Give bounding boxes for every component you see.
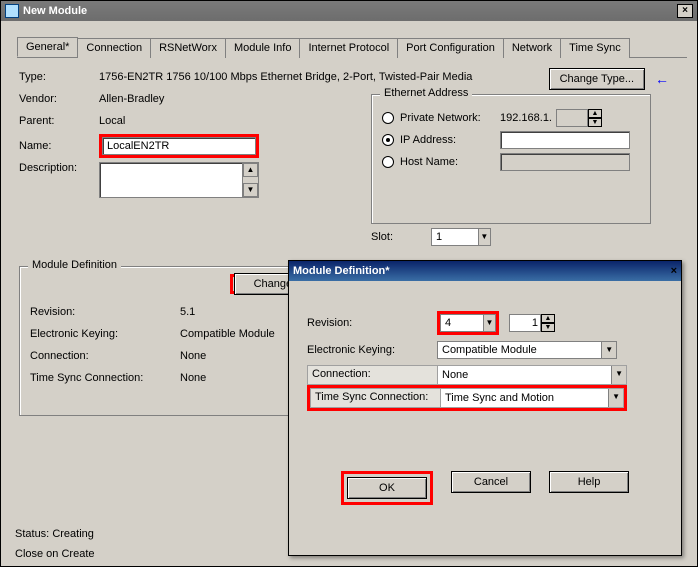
private-network-prefix: 192.168.1.: [500, 112, 556, 124]
dlg-tsc-label: Time Sync Connection:: [311, 389, 441, 407]
private-network-spinner[interactable]: ▲▼: [556, 109, 602, 127]
ethernet-address-group: Ethernet Address Private Network: 192.16…: [371, 94, 651, 224]
host-name-radio[interactable]: [382, 156, 394, 168]
mdef-connection-value: None: [180, 350, 206, 362]
mdef-revision-value: 5.1: [180, 306, 195, 318]
name-highlight: [99, 134, 259, 158]
ip-address-input[interactable]: [500, 131, 630, 149]
dlg-revision-minor[interactable]: [509, 314, 541, 332]
ok-button[interactable]: OK: [347, 477, 427, 499]
tab-network[interactable]: Network: [503, 38, 561, 58]
scroll-up-icon[interactable]: ▲: [243, 163, 258, 177]
type-label: Type:: [19, 71, 99, 83]
slot-value[interactable]: [432, 229, 478, 245]
spin-down-icon[interactable]: ▼: [588, 118, 602, 127]
tab-internet-protocol[interactable]: Internet Protocol: [299, 38, 398, 58]
tab-module-info[interactable]: Module Info: [225, 38, 300, 58]
dlg-revision-label: Revision:: [307, 317, 437, 329]
mdef-tsc-label: Time Sync Connection:: [30, 372, 180, 384]
parent-value: Local: [99, 115, 125, 127]
tab-rsnetworx[interactable]: RSNetWorx: [150, 38, 226, 58]
vendor-value: Allen-Bradley: [99, 93, 164, 105]
vendor-label: Vendor:: [19, 93, 99, 105]
dialog-title: Module Definition*: [293, 265, 390, 277]
status-label: Status:: [15, 528, 49, 540]
mdef-connection-label: Connection:: [30, 350, 180, 362]
name-input[interactable]: [102, 137, 256, 155]
module-definition-dialog: Module Definition* × Revision: ▼ ▲▼ Elec…: [288, 260, 682, 556]
dlg-connection-value[interactable]: [438, 366, 611, 384]
back-arrow-icon[interactable]: ←: [655, 71, 669, 87]
dlg-keying-label: Electronic Keying:: [307, 344, 437, 356]
dlg-tsc-combo[interactable]: ▼: [441, 389, 623, 407]
description-label: Description:: [19, 162, 99, 174]
status-value: Creating: [52, 528, 94, 540]
ip-address-label: IP Address:: [400, 134, 500, 146]
chevron-down-icon[interactable]: ▼: [611, 366, 626, 384]
dlg-connection-label: Connection:: [308, 366, 438, 384]
slot-combo[interactable]: ▼: [431, 228, 491, 246]
general-tab-content: Change Type... ← Type: 1756-EN2TR 1756 1…: [1, 58, 697, 212]
dlg-tsc-value[interactable]: [441, 389, 608, 407]
type-value: 1756-EN2TR 1756 10/100 Mbps Ethernet Bri…: [99, 71, 472, 83]
spin-up-icon[interactable]: ▲: [588, 109, 602, 118]
tab-connection[interactable]: Connection: [77, 38, 151, 58]
ip-address-radio[interactable]: [382, 134, 394, 146]
description-text: [100, 163, 242, 197]
dialog-titlebar: Module Definition* ×: [289, 261, 681, 281]
tab-port-configuration[interactable]: Port Configuration: [397, 38, 504, 58]
dialog-close-icon[interactable]: ×: [671, 265, 677, 277]
chevron-down-icon[interactable]: ▼: [483, 315, 495, 331]
cancel-button[interactable]: Cancel: [451, 471, 531, 493]
dlg-keying-combo[interactable]: ▼: [437, 341, 617, 359]
host-name-label: Host Name:: [400, 156, 500, 168]
name-label: Name:: [19, 140, 99, 152]
dlg-revision-major[interactable]: [441, 315, 483, 331]
dlg-connection-combo[interactable]: ▼: [438, 366, 626, 384]
mdef-keying-value: Compatible Module: [180, 328, 275, 340]
mdef-tsc-value: None: [180, 372, 206, 384]
tab-general[interactable]: General*: [17, 37, 78, 57]
window-title: New Module: [23, 5, 87, 17]
help-button[interactable]: Help: [549, 471, 629, 493]
spin-up-icon[interactable]: ▲: [541, 314, 555, 323]
chevron-down-icon[interactable]: ▼: [608, 389, 623, 407]
close-icon[interactable]: ×: [677, 4, 693, 18]
close-on-create-label: Close on Create: [15, 548, 95, 560]
dlg-revision-highlight: ▼: [437, 311, 499, 335]
dlg-tsc-highlight: Time Sync Connection: ▼: [307, 385, 627, 411]
window-icon: [5, 4, 19, 18]
dlg-keying-value[interactable]: [438, 342, 601, 358]
scroll-down-icon[interactable]: ▼: [243, 183, 258, 197]
private-network-value[interactable]: [556, 109, 588, 127]
status-row: Status: Creating: [15, 528, 94, 540]
slot-label: Slot:: [371, 231, 421, 243]
tab-strip: General* Connection RSNetWorx Module Inf…: [17, 37, 687, 58]
dlg-revision-major-combo[interactable]: ▼: [440, 314, 496, 332]
chevron-down-icon[interactable]: ▼: [478, 229, 490, 245]
ok-button-highlight: OK: [341, 471, 433, 505]
ethernet-legend: Ethernet Address: [380, 87, 472, 99]
titlebar: New Module ×: [1, 1, 697, 21]
close-on-create: Close on Create: [15, 548, 95, 560]
description-scrollbar[interactable]: ▲ ▼: [242, 163, 258, 197]
module-definition-legend: Module Definition: [28, 259, 121, 271]
dlg-revision-minor-spinner[interactable]: ▲▼: [509, 314, 555, 332]
mdef-keying-label: Electronic Keying:: [30, 328, 180, 340]
private-network-radio[interactable]: [382, 112, 394, 124]
spin-down-icon[interactable]: ▼: [541, 323, 555, 332]
change-type-button[interactable]: Change Type...: [549, 68, 645, 90]
chevron-down-icon[interactable]: ▼: [601, 342, 616, 358]
tab-time-sync[interactable]: Time Sync: [560, 38, 630, 58]
host-name-input[interactable]: [500, 153, 630, 171]
mdef-revision-label: Revision:: [30, 306, 180, 318]
description-input[interactable]: ▲ ▼: [99, 162, 259, 198]
private-network-label: Private Network:: [400, 112, 500, 124]
parent-label: Parent:: [19, 115, 99, 127]
